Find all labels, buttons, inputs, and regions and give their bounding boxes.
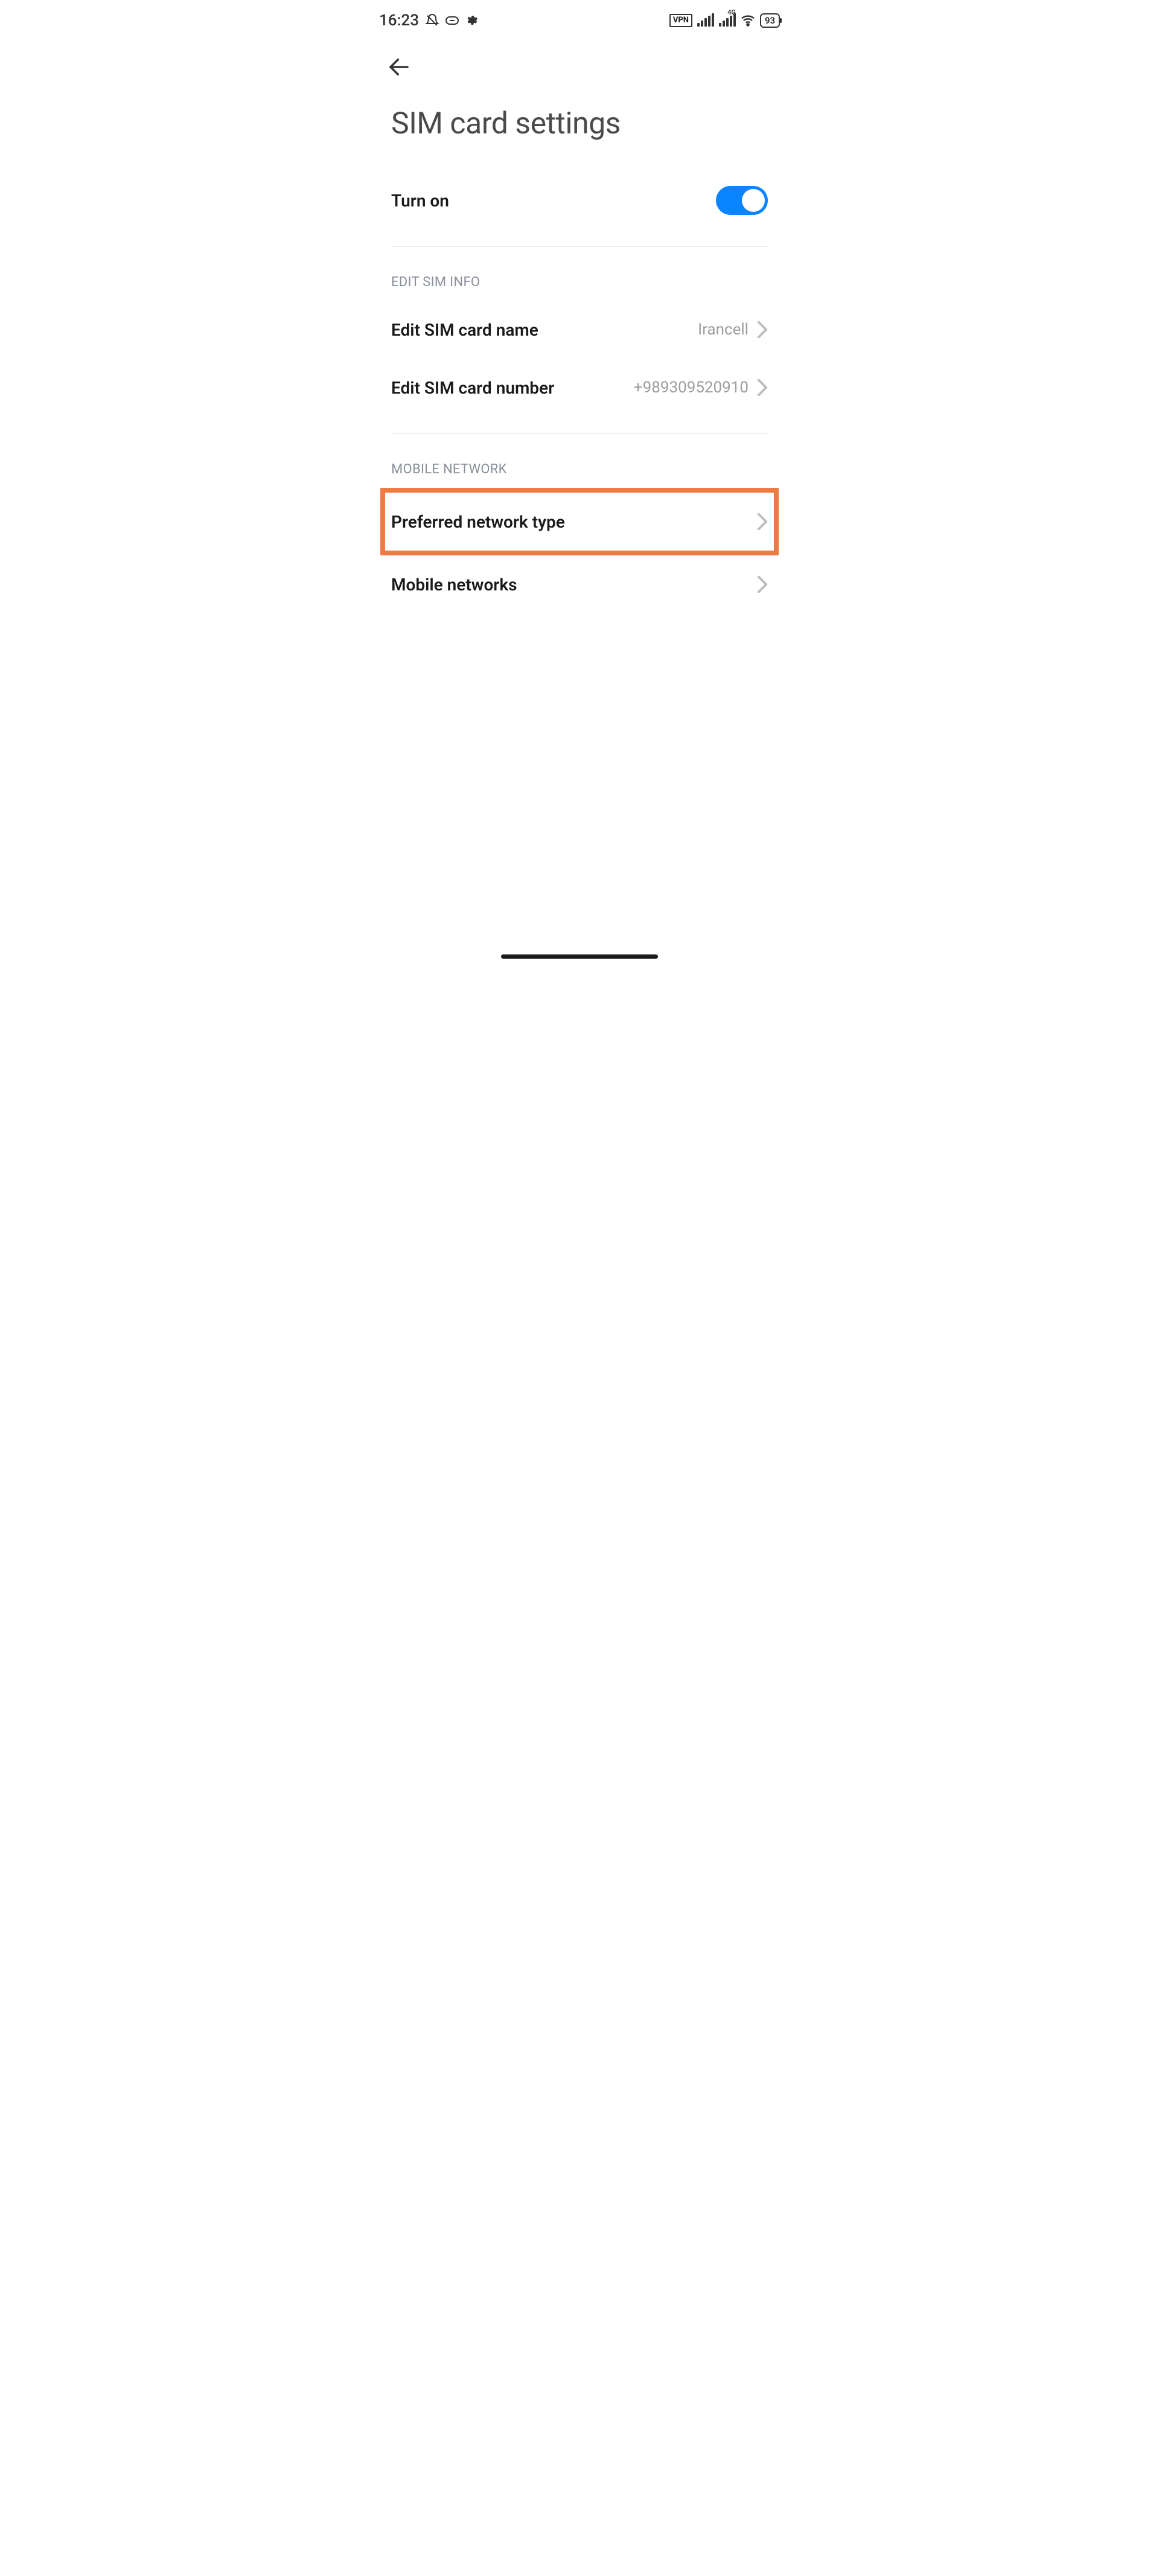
mobile-networks-row[interactable]: Mobile networks <box>391 555 768 613</box>
edit-sim-name-row[interactable]: Edit SIM card name Irancell <box>391 301 768 359</box>
turn-on-toggle[interactable] <box>716 186 768 215</box>
edit-sim-name-value: Irancell <box>698 321 749 339</box>
wifi-icon <box>741 13 755 28</box>
signal-sim2-4g-icon: 4G <box>719 14 736 27</box>
home-indicator[interactable] <box>501 954 658 959</box>
status-right: VPN 4G 93 <box>669 13 780 28</box>
notifications-muted-icon <box>425 13 439 28</box>
preferred-network-type-label: Preferred network type <box>391 512 565 532</box>
section-header-edit-sim-info: EDIT SIM INFO <box>391 264 768 301</box>
chevron-right-icon <box>757 576 768 593</box>
turn-on-row[interactable]: Turn on <box>391 171 768 229</box>
edit-sim-number-value: +989309520910 <box>634 379 749 397</box>
edit-sim-number-label: Edit SIM card number <box>391 378 554 398</box>
chevron-right-icon <box>757 321 768 338</box>
preferred-network-type-highlight: Preferred network type <box>380 488 779 555</box>
battery-icon: 93 <box>760 13 780 28</box>
section-header-mobile-network: MOBILE NETWORK <box>391 451 768 488</box>
back-button[interactable] <box>386 71 412 82</box>
status-left: 16:23 <box>379 11 478 30</box>
divider <box>391 433 768 434</box>
edit-sim-number-row[interactable]: Edit SIM card number +989309520910 <box>391 359 768 417</box>
status-time: 16:23 <box>379 11 419 30</box>
status-bar: 16:23 VPN 4G <box>362 0 797 36</box>
battery-percentage: 93 <box>765 14 775 27</box>
turn-on-label: Turn on <box>391 191 449 211</box>
page-title: SIM card settings <box>362 88 797 171</box>
signal-sim1-icon <box>697 14 714 27</box>
mobile-networks-label: Mobile networks <box>391 575 517 595</box>
edit-sim-name-label: Edit SIM card name <box>391 320 538 340</box>
preferred-network-type-row[interactable]: Preferred network type <box>385 493 774 551</box>
vpn-icon: VPN <box>669 14 692 27</box>
chevron-right-icon <box>757 513 768 530</box>
gear-icon <box>465 14 478 27</box>
divider <box>391 246 768 247</box>
chevron-right-icon <box>757 379 768 396</box>
do-not-disturb-icon <box>445 16 459 25</box>
